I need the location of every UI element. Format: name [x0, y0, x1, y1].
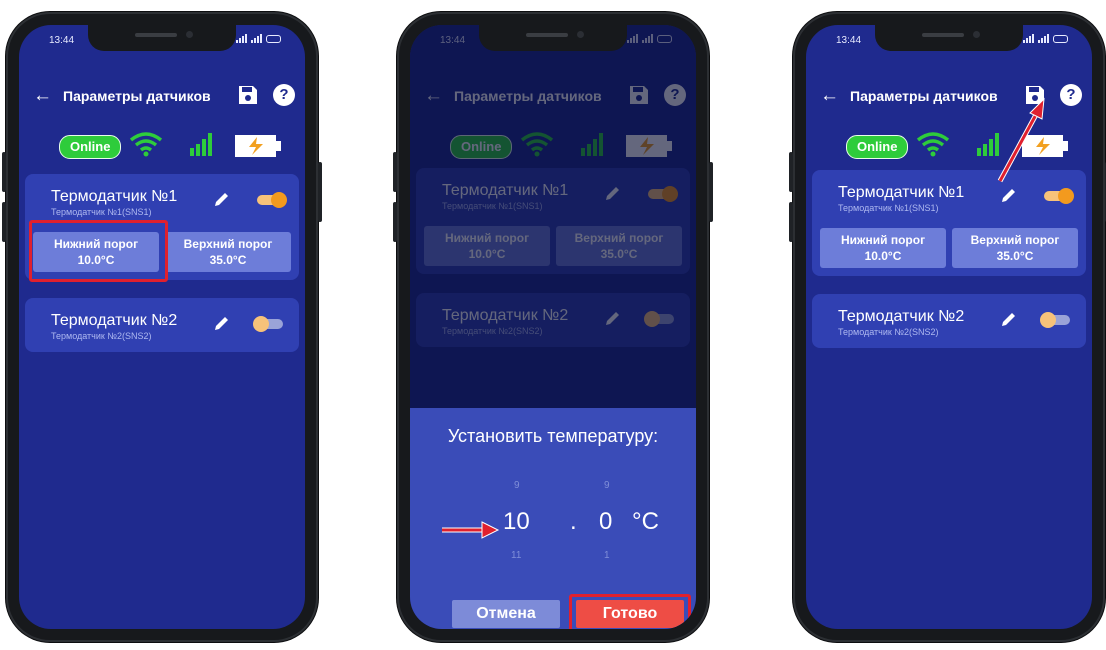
signal-icon — [236, 34, 248, 43]
wifi-icon — [916, 131, 950, 157]
integer-next: 11 — [511, 550, 522, 561]
phone-3: 13:44 ← Параметры датчиков ? Online Терм… — [789, 12, 1106, 642]
phone-side-button — [2, 152, 6, 192]
phone-side-button — [789, 152, 793, 192]
phone-side-button — [393, 152, 397, 192]
temperature-dialog: Установить температуру: 9 10 11 . 9 0 1 … — [410, 408, 696, 629]
battery-charging-icon — [235, 135, 281, 157]
help-button[interactable]: ? — [273, 84, 295, 106]
back-button[interactable]: ← — [820, 85, 839, 107]
edit-pencil-icon[interactable] — [213, 190, 231, 208]
page-title: Параметры датчиков — [850, 88, 998, 104]
sensor-name: Термодатчик №1 — [838, 184, 965, 201]
online-badge: Online — [846, 135, 909, 159]
phone-2: 13:44 ← Параметры датчиков ? Online Терм… — [393, 12, 713, 642]
high-threshold-button[interactable]: Верхний порог 35.0°C — [952, 228, 1078, 268]
notch — [479, 25, 627, 51]
cancel-button[interactable]: Отмена — [452, 600, 560, 628]
sensor-subtitle: Термодатчик №2(SNS2) — [51, 331, 152, 341]
save-icon[interactable] — [236, 83, 260, 107]
page-title: Параметры датчиков — [63, 88, 211, 104]
signal-icon — [251, 34, 263, 43]
fraction-picker[interactable]: 0 — [599, 508, 612, 536]
notch — [88, 25, 236, 51]
edit-pencil-icon[interactable] — [1000, 186, 1018, 204]
dialog-title: Установить температуру: — [447, 426, 659, 446]
online-badge: Online — [59, 135, 122, 159]
status-icons — [1023, 34, 1068, 43]
sensor-name: Термодатчик №1 — [51, 188, 178, 205]
integer-prev: 9 — [514, 480, 520, 491]
notch — [875, 25, 1023, 51]
status-icons — [236, 34, 281, 43]
battery-status-icon — [1053, 34, 1068, 43]
status-time: 13:44 — [836, 35, 862, 46]
sensor-name: Термодатчик №2 — [838, 308, 965, 325]
help-button[interactable]: ? — [1060, 84, 1082, 106]
sensor-toggle[interactable] — [1040, 188, 1074, 204]
app-screen: 13:44 ← Параметры датчиков ? Online Терм… — [806, 25, 1092, 629]
phone-side-button — [709, 162, 713, 222]
pointer-arrow-icon — [440, 520, 500, 540]
high-threshold-label: Верхний порог — [183, 237, 273, 251]
status-time: 13:44 — [49, 35, 75, 46]
sensor-toggle[interactable] — [1040, 312, 1074, 328]
wifi-icon — [129, 131, 163, 157]
phone-1: 13:44 ← Параметры датчиков ? Online Терм… — [2, 12, 322, 642]
indicator-row: Online — [19, 127, 305, 163]
sensor-name: Термодатчик №2 — [51, 312, 178, 329]
signal-icon — [1038, 34, 1050, 43]
back-button[interactable]: ← — [33, 85, 52, 107]
sensor-toggle[interactable] — [253, 192, 287, 208]
low-threshold-label: Нижний порог — [840, 233, 926, 247]
high-threshold-value: 35.0°C — [209, 253, 247, 267]
sensor-subtitle: Термодатчик №1(SNS1) — [51, 207, 152, 217]
low-threshold-button[interactable]: Нижний порог 10.0°C — [820, 228, 946, 268]
signal-icon — [1023, 34, 1035, 43]
fraction-next: 1 — [604, 550, 610, 561]
integer-picker[interactable]: 10 — [503, 508, 530, 536]
app-screen: 13:44 ← Параметры датчиков ? Online Терм… — [410, 25, 696, 629]
pointer-arrow-icon — [992, 97, 1052, 187]
highlight-box — [29, 220, 168, 282]
fraction-prev: 9 — [604, 480, 610, 491]
sensor-card-2[interactable]: Термодатчик №2 Термодатчик №2(SNS2) — [25, 298, 299, 352]
sensor-subtitle: Термодатчик №1(SNS1) — [838, 203, 939, 213]
phone-side-button — [393, 202, 397, 242]
high-threshold-button[interactable]: Верхний порог 35.0°C — [165, 232, 291, 272]
sensor-card-2[interactable]: Термодатчик №2 Термодатчик №2(SNS2) — [812, 294, 1086, 348]
phone-side-button — [318, 162, 322, 222]
phone-side-button — [2, 202, 6, 242]
app-bar: ← Параметры датчиков ? — [19, 77, 305, 117]
battery-status-icon — [266, 34, 281, 43]
app-screen: 13:44 ← Параметры датчиков ? Online Терм… — [19, 25, 305, 629]
unit-label: °C — [632, 508, 659, 535]
edit-pencil-icon[interactable] — [213, 314, 231, 332]
edit-pencil-icon[interactable] — [1000, 310, 1018, 328]
sensor-subtitle: Термодатчик №2(SNS2) — [838, 327, 939, 337]
decimal-separator: . — [570, 508, 577, 535]
phone-side-button — [789, 202, 793, 242]
done-button[interactable]: Готово — [576, 600, 684, 628]
sensor-toggle[interactable] — [253, 316, 287, 332]
cellular-signal-icon — [189, 131, 215, 157]
high-threshold-label: Верхний порог — [970, 233, 1060, 247]
high-threshold-value: 35.0°C — [996, 249, 1034, 263]
low-threshold-value: 10.0°C — [864, 249, 902, 263]
